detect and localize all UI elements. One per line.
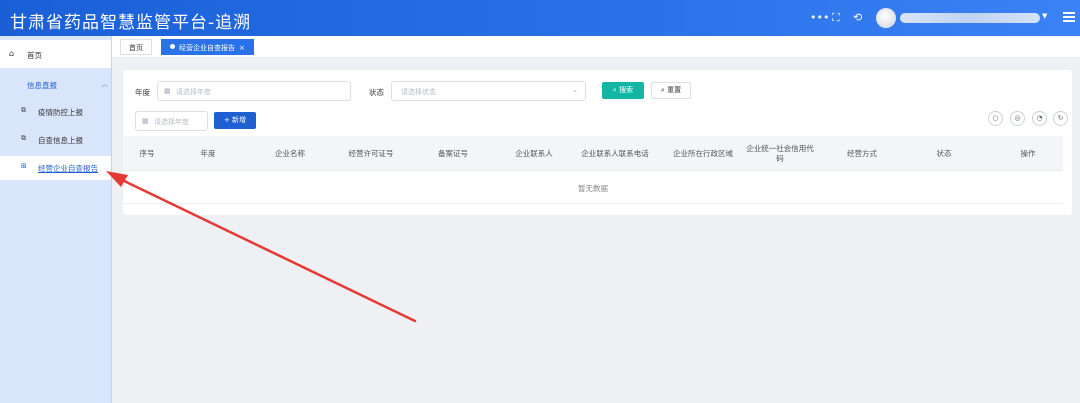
home-icon: ⌂ [9,49,15,58]
year-placeholder: 请选择年度 [154,118,189,126]
search-button-label: 搜索 [619,86,634,94]
status-placeholder: 请选择状态 [401,88,436,96]
top-header: 甘肃省药品智慧监管平台-追溯 ••• ⛶ ⟲ ▼ [0,0,1080,36]
col-header: 经营许可证号 [348,148,394,158]
table-header: 序号 年度 企业名称 经营许可证号 备案证号 企业联系人 企业联系人联系电话 企… [123,136,1063,171]
tab-label: 经营企业自查报告 [179,44,235,52]
sidebar-item-label: 经营企业自查报告 [38,164,98,173]
active-dot-icon [170,44,175,49]
sidebar-item-label: 自查信息上报 [38,136,83,145]
calendar-icon: ▦ [164,87,171,95]
col-header: 序号 [139,148,155,158]
sidebar-item-self-check-report[interactable]: ⧉ 自查信息上报 [0,128,111,152]
year-placeholder: 请选择年度 [176,88,211,96]
col-header: 备案证号 [438,148,468,158]
report-icon: ⧉ [21,134,26,142]
chevron-down-icon: ⌄ [572,86,578,94]
col-header: 企业所在行政区域 [673,148,733,158]
search-button[interactable]: ⌕ 搜索 [602,82,644,99]
tab-home[interactable]: 首页 [120,39,152,55]
sidebar: ⌂ 首页 信息直报 ︿ ⧉ 疫情防控上报 ⧉ 自查信息上报 ⊞ 经营企业自查报告 [0,36,112,403]
year-picker-secondary[interactable]: ▦ 请选择年度 [135,111,208,131]
sidebar-item-enterprise-self-check[interactable]: ⊞ 经营企业自查报告 [0,156,111,180]
reset-button-label: 重置 [667,86,682,94]
tab-bar: 首页 经营企业自查报告 × [112,36,1080,58]
close-icon[interactable]: × [239,44,245,52]
col-header: 操作 [1020,148,1036,158]
sidebar-item-label: 疫情防控上报 [38,108,83,117]
col-header: 企业联系人联系电话 [581,148,649,158]
tab-label: 首页 [129,44,143,52]
status-label: 状态 [369,88,384,97]
fullscreen-icon[interactable]: ⛶ [832,11,840,25]
status-select[interactable]: 请选择状态 ⌄ [391,81,586,101]
add-button[interactable]: + 新增 [214,112,256,129]
refresh-icon: ⌕ [660,86,665,94]
empty-text: 暂无数据 [578,184,608,193]
calendar-icon: ▦ [142,117,149,125]
app-title: 甘肃省药品智慧监管平台-追溯 [10,13,252,33]
chevron-down-icon[interactable]: ▼ [1042,12,1047,20]
year-label: 年度 [135,88,150,97]
col-header: 经营方式 [847,148,877,158]
chevron-up-icon: ︿ [101,80,108,88]
column-setting-icon[interactable]: ◔ [1032,111,1047,126]
sidebar-group-label: 信息直报 [27,81,57,90]
tab-enterprise-self-check[interactable]: 经营企业自查报告 × [161,39,254,55]
col-header: 年度 [200,148,216,158]
table-empty-row: 暂无数据 [123,171,1063,204]
sidebar-item-home[interactable]: ⌂ 首页 [0,40,111,68]
year-picker[interactable]: ▦ 请选择年度 [157,81,351,101]
avatar[interactable] [876,8,896,28]
sidebar-group-info-report[interactable]: 信息直报 ︿ [0,74,111,96]
report-icon: ⧉ [21,106,26,114]
search-toggle-icon[interactable]: ○ [988,111,1003,126]
col-header: 状态 [936,148,952,158]
reload-icon[interactable]: ↻ [1053,111,1068,126]
col-header: 企业联系人 [515,148,553,158]
grid-icon: ⊞ [21,162,27,170]
col-header: 企业名称 [275,148,305,158]
add-button-label: + 新增 [223,116,247,124]
hamburger-menu-icon[interactable] [1063,12,1075,22]
more-icon[interactable]: ••• [810,11,829,25]
share-icon[interactable]: ⟲ [853,11,862,25]
sidebar-item-epidemic-report[interactable]: ⧉ 疫情防控上报 [0,100,111,124]
search-icon: ⌕ [612,86,617,94]
sidebar-item-label: 首页 [27,51,42,60]
reset-button[interactable]: ⌕ 重置 [651,82,691,99]
username-blurred[interactable] [900,13,1040,23]
refresh-icon[interactable]: ◎ [1010,111,1025,126]
col-header: 企业统一社会信用代码 [746,143,814,163]
